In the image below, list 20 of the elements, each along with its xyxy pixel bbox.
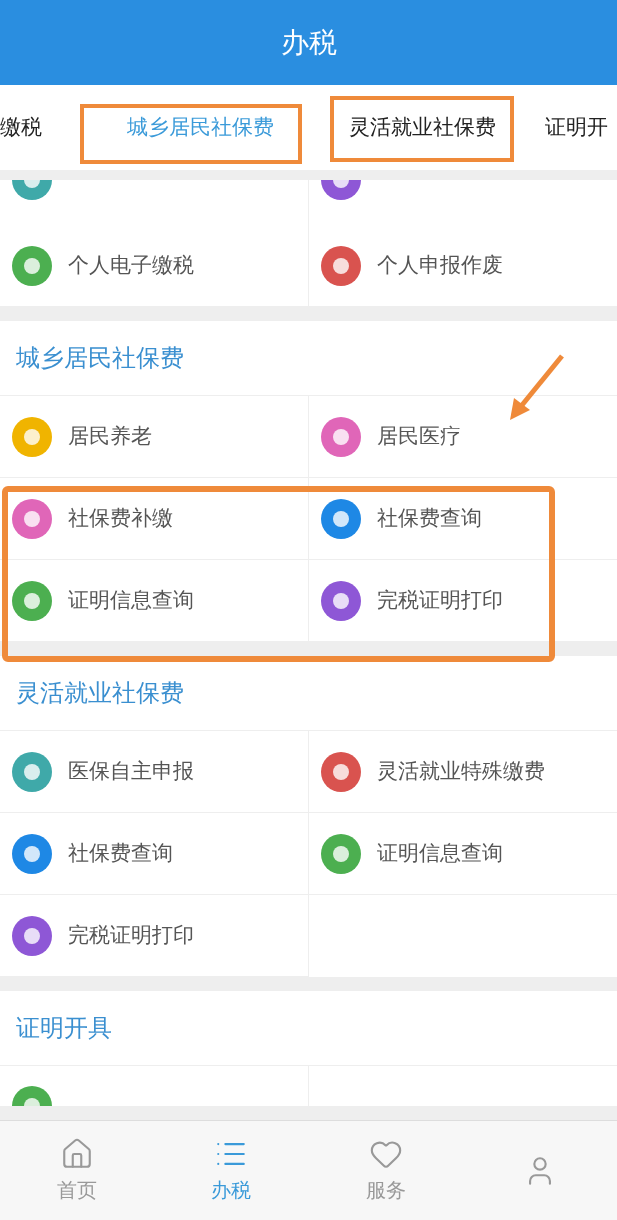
service-item[interactable]: 个人申报作废 xyxy=(308,225,617,307)
category-tab[interactable]: 缴税 xyxy=(0,111,80,144)
service-item[interactable]: 社保费查询 xyxy=(308,478,617,560)
service-item[interactable]: 证明信息查询 xyxy=(308,813,617,895)
annotation-arrow xyxy=(508,352,566,422)
category-tab[interactable]: 灵活就业社保费 xyxy=(320,111,525,144)
service-item[interactable]: 社保费补缴 xyxy=(0,478,309,560)
service-item[interactable]: 灵活就业特殊缴费 xyxy=(308,731,617,813)
section-title: 城乡居民社保费 xyxy=(16,343,184,374)
service-item[interactable]: 证明信息查询 xyxy=(0,560,309,642)
category-tab[interactable]: 证明开 xyxy=(525,111,608,144)
service-item[interactable]: 完税证明打印 xyxy=(0,895,309,977)
service-item[interactable]: 医保自主申报 xyxy=(0,731,309,813)
section-title: 灵活就业社保费 xyxy=(16,678,184,709)
section-title: 证明开具 xyxy=(16,1013,112,1044)
service-item[interactable]: 居民养老 xyxy=(0,396,309,478)
service-item[interactable]: 完税证明打印 xyxy=(308,560,617,642)
service-item[interactable]: 社保费查询 xyxy=(0,813,309,895)
header-title: 办税 xyxy=(280,24,337,61)
service-item[interactable]: 个人电子缴税 xyxy=(0,225,309,307)
